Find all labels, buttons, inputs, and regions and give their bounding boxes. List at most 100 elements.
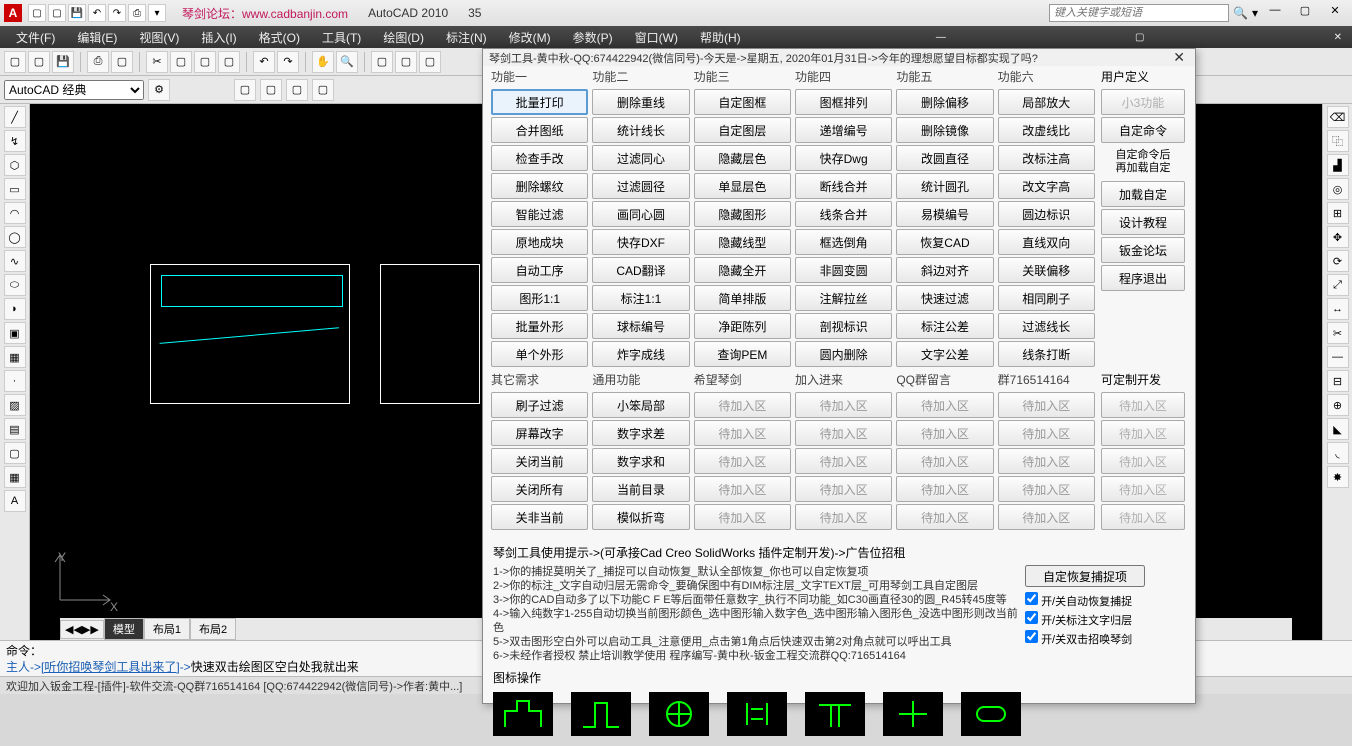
side2-btn-1[interactable]: 设计教程 bbox=[1101, 209, 1185, 235]
fn-button[interactable]: 改文字高 bbox=[998, 173, 1095, 199]
fn-button[interactable]: 关非当前 bbox=[491, 504, 588, 530]
fn-button[interactable]: 智能过滤 bbox=[491, 201, 588, 227]
fn-button[interactable]: 直线双向 bbox=[998, 229, 1095, 255]
fn-button[interactable]: 删除偏移 bbox=[896, 89, 993, 115]
fn-button[interactable]: 注解拉丝 bbox=[795, 285, 892, 311]
fn-button[interactable]: 模似折弯 bbox=[592, 504, 689, 530]
layer-icon[interactable]: ▢ bbox=[234, 79, 256, 101]
fn-button[interactable]: 简单排版 bbox=[694, 285, 791, 311]
layer3-icon[interactable]: ▢ bbox=[286, 79, 308, 101]
fn-button[interactable]: 删除螺纹 bbox=[491, 173, 588, 199]
fn-button[interactable]: 刷子过滤 bbox=[491, 392, 588, 418]
menu-format[interactable]: 格式(O) bbox=[249, 27, 310, 48]
fn-button[interactable]: 隐藏图形 bbox=[694, 201, 791, 227]
polygon-icon[interactable]: ⬡ bbox=[4, 154, 26, 176]
paste-icon[interactable]: ▢ bbox=[194, 51, 216, 73]
move-icon[interactable]: ✥ bbox=[1327, 226, 1349, 248]
shape-slot-icon[interactable] bbox=[727, 692, 787, 736]
zoom-icon[interactable]: 🔍 bbox=[336, 51, 358, 73]
pan-icon[interactable]: ✋ bbox=[312, 51, 334, 73]
fn-button[interactable]: 标注公差 bbox=[896, 313, 993, 339]
fn-button[interactable]: 改圆直径 bbox=[896, 145, 993, 171]
fn-button[interactable]: 批量打印 bbox=[491, 89, 588, 115]
workspace-select[interactable]: AutoCAD 经典 bbox=[4, 80, 144, 100]
fn-button[interactable]: 关闭当前 bbox=[491, 448, 588, 474]
side2-btn-3[interactable]: 程序退出 bbox=[1101, 265, 1185, 291]
side2-btn-2[interactable]: 钣金论坛 bbox=[1101, 237, 1185, 263]
mtext-icon[interactable]: A bbox=[4, 490, 26, 512]
fn-button[interactable]: 恢复CAD bbox=[896, 229, 993, 255]
region-icon[interactable]: ▢ bbox=[4, 442, 26, 464]
break-icon[interactable]: ⊟ bbox=[1327, 370, 1349, 392]
copy-icon[interactable]: ▢ bbox=[170, 51, 192, 73]
fn-button[interactable]: 过滤圆径 bbox=[592, 173, 689, 199]
fn-button[interactable]: 隐藏线型 bbox=[694, 229, 791, 255]
erase-icon[interactable]: ⌫ bbox=[1327, 106, 1349, 128]
fn-button[interactable]: 线条合并 bbox=[795, 201, 892, 227]
fn-button[interactable]: 单个外形 bbox=[491, 341, 588, 367]
array-icon[interactable]: ⊞ bbox=[1327, 202, 1349, 224]
fn-button[interactable]: 圆边标识 bbox=[998, 201, 1095, 227]
fn-button[interactable]: 合并图纸 bbox=[491, 117, 588, 143]
fillet-icon[interactable]: ◟ bbox=[1327, 442, 1349, 464]
fn-button[interactable]: 删除镜像 bbox=[896, 117, 993, 143]
fn-button[interactable]: 局部放大 bbox=[998, 89, 1095, 115]
menu-draw[interactable]: 绘图(D) bbox=[373, 27, 434, 48]
fn-button[interactable]: 关联偏移 bbox=[998, 257, 1095, 283]
qat-more-icon[interactable]: ▾ bbox=[148, 4, 166, 22]
shape-notch-icon[interactable] bbox=[493, 692, 553, 736]
layer4-icon[interactable]: ▢ bbox=[312, 79, 334, 101]
fn-button[interactable]: 检查手改 bbox=[491, 145, 588, 171]
fn-button[interactable]: 文字公差 bbox=[896, 341, 993, 367]
ellipse-icon[interactable]: ⬭ bbox=[4, 274, 26, 296]
rotate-icon[interactable]: ⟳ bbox=[1327, 250, 1349, 272]
plot-icon[interactable]: ⎙ bbox=[87, 51, 109, 73]
search-icon[interactable]: 🔍 bbox=[1233, 6, 1248, 20]
menu-view[interactable]: 视图(V) bbox=[129, 27, 189, 48]
fn-button[interactable]: 图形1:1 bbox=[491, 285, 588, 311]
grad-icon[interactable]: ▤ bbox=[4, 418, 26, 440]
fn-button[interactable]: 相同刷子 bbox=[998, 285, 1095, 311]
minimize-button[interactable]: — bbox=[1262, 4, 1288, 22]
trim-icon[interactable]: ✂ bbox=[1327, 322, 1349, 344]
fn-button[interactable]: 框选倒角 bbox=[795, 229, 892, 255]
fn-button[interactable]: 递增编号 bbox=[795, 117, 892, 143]
fn-button[interactable]: 屏幕改字 bbox=[491, 420, 588, 446]
side2-btn-0[interactable]: 加载自定 bbox=[1101, 181, 1185, 207]
fn-button[interactable]: 画同心圆 bbox=[592, 201, 689, 227]
opt-check-1[interactable]: 开/关标注文字归层 bbox=[1025, 610, 1185, 629]
offset-icon[interactable]: ◎ bbox=[1327, 178, 1349, 200]
props-icon[interactable]: ▢ bbox=[371, 51, 393, 73]
circle-icon[interactable]: ◯ bbox=[4, 226, 26, 248]
menu-param[interactable]: 参数(P) bbox=[563, 27, 623, 48]
qat-save-icon[interactable]: 💾 bbox=[68, 4, 86, 22]
mirror-icon[interactable]: ▟ bbox=[1327, 154, 1349, 176]
help-search-input[interactable] bbox=[1049, 4, 1229, 22]
tab-model[interactable]: 模型 bbox=[104, 618, 144, 640]
menu-dim[interactable]: 标注(N) bbox=[436, 27, 497, 48]
fn-button[interactable]: 当前目录 bbox=[592, 476, 689, 502]
fn-button[interactable]: 隐藏全开 bbox=[694, 257, 791, 283]
qat-open-icon[interactable]: ▢ bbox=[48, 4, 66, 22]
shape-tee-icon[interactable] bbox=[805, 692, 865, 736]
fn-button[interactable]: 自定图框 bbox=[694, 89, 791, 115]
spline-icon[interactable]: ∿ bbox=[4, 250, 26, 272]
fn-button[interactable]: 标注1:1 bbox=[592, 285, 689, 311]
menu-modify[interactable]: 修改(M) bbox=[499, 27, 561, 48]
scale-icon[interactable]: ⤢ bbox=[1327, 274, 1349, 296]
fn-button[interactable]: 小笨局部 bbox=[592, 392, 689, 418]
fn-button[interactable]: 改标注高 bbox=[998, 145, 1095, 171]
fn-button[interactable]: 过滤同心 bbox=[592, 145, 689, 171]
fn-button[interactable]: 统计圆孔 bbox=[896, 173, 993, 199]
doc-max-icon[interactable]: ▢ bbox=[1131, 32, 1148, 43]
dialog-close-icon[interactable]: ✕ bbox=[1169, 49, 1189, 66]
infocenter-icon[interactable]: ▾ bbox=[1252, 6, 1258, 20]
dsm-icon[interactable]: ▢ bbox=[395, 51, 417, 73]
block-icon[interactable]: ▦ bbox=[4, 346, 26, 368]
preview-icon[interactable]: ▢ bbox=[111, 51, 133, 73]
fn-button[interactable]: 快存Dwg bbox=[795, 145, 892, 171]
menu-edit[interactable]: 编辑(E) bbox=[67, 27, 127, 48]
dialog-title-bar[interactable]: 琴剑工具-黄中秋-QQ:674422942(微信同号)-今天是->星期五, 20… bbox=[483, 49, 1195, 66]
save-icon[interactable]: 💾 bbox=[52, 51, 74, 73]
fn-button[interactable]: 剖视标识 bbox=[795, 313, 892, 339]
